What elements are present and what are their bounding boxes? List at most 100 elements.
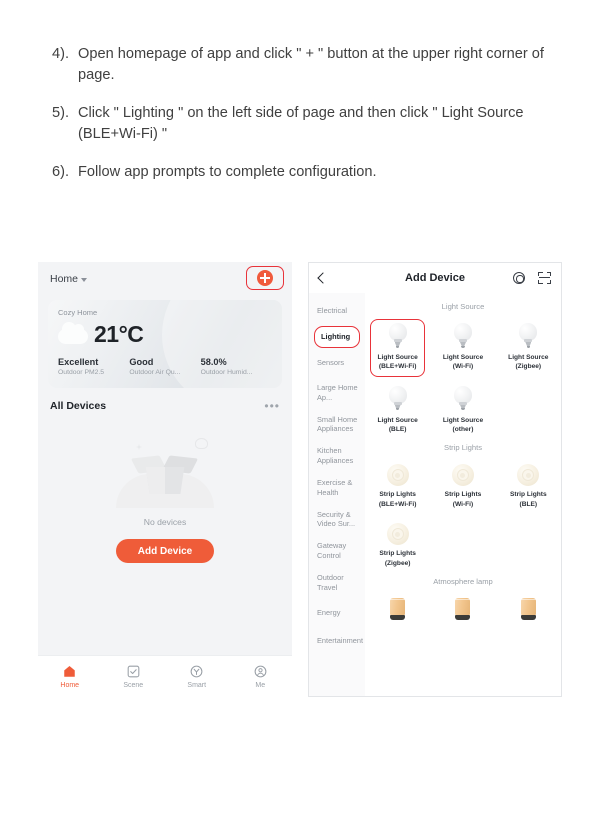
- device-tile-light-source-zigbee[interactable]: Light Source (Zigbee): [496, 319, 561, 376]
- home-selector[interactable]: Home: [50, 273, 88, 285]
- device-tile-strip-lights-ble-wifi[interactable]: Strip Lights (BLE+Wi-Fi): [365, 460, 430, 513]
- strip-light-icon: [451, 464, 474, 487]
- person-circle-icon: [254, 665, 267, 678]
- stat-label: Outdoor Humid...: [200, 369, 253, 376]
- device-tile-strip-lights-zigbee[interactable]: Strip Lights (Zigbee): [365, 519, 430, 572]
- sidebar-item-gateway-control[interactable]: Gateway Control: [309, 535, 365, 567]
- bulb-icon: [518, 323, 538, 349]
- more-options-icon[interactable]: •••: [264, 400, 280, 412]
- step-number: 4).: [52, 46, 70, 62]
- page-title: All Devices: [50, 400, 107, 412]
- tab-scene[interactable]: Scene: [102, 656, 166, 697]
- device-tile-empty: [496, 519, 561, 572]
- device-tile-light-source-other[interactable]: Light Source (other): [430, 382, 495, 439]
- category-sidebar[interactable]: Electrical Lighting Sensors Large Home A…: [309, 293, 365, 696]
- device-tile-strip-lights-ble[interactable]: Strip Lights (BLE): [496, 460, 561, 513]
- device-tile-light-source-wifi[interactable]: Light Source (Wi-Fi): [430, 319, 495, 376]
- sidebar-item-energy[interactable]: Energy: [309, 599, 365, 627]
- bulb-outline-icon: [195, 438, 208, 449]
- sidebar-item-small-home-appliances[interactable]: Small Home Appliances: [309, 409, 365, 441]
- device-tile-strip-lights-wifi[interactable]: Strip Lights (Wi-Fi): [430, 460, 495, 513]
- atmosphere-lamp-icon: [390, 597, 406, 620]
- device-grid-strip-lights: Strip Lights (BLE+Wi-Fi) Strip Lights (W…: [365, 460, 561, 571]
- device-tile-atmosphere-lamp[interactable]: [430, 594, 495, 624]
- device-grid-atmosphere-lamp: [365, 594, 561, 624]
- screenshot-row: Home Cozy Home 21°C Excellent Outdoor PM…: [0, 262, 600, 697]
- home-topbar: Home: [38, 262, 292, 298]
- bulb-icon: [388, 385, 408, 412]
- tab-label: Scene: [123, 682, 144, 689]
- sidebar-item-large-home-appliances[interactable]: Large Home Ap...: [309, 377, 365, 409]
- chevron-down-icon: [81, 278, 88, 282]
- strip-light-icon: [386, 464, 409, 487]
- sidebar-item-exercise-health[interactable]: Exercise & Health: [309, 472, 365, 504]
- weather-stats: Excellent Outdoor PM2.5 Good Outdoor Air…: [58, 357, 272, 376]
- device-tile-light-source-ble[interactable]: Light Source (BLE): [365, 382, 430, 439]
- chevron-left-icon[interactable]: [317, 272, 329, 284]
- add-device-screenshot: Add Device Electrical Lighting Sensors L…: [308, 262, 562, 697]
- bottom-tab-bar: Home Scene Smart Me: [38, 655, 292, 697]
- add-device-button[interactable]: Add Device: [116, 539, 214, 563]
- sidebar-item-security-video[interactable]: Security & Video Sur...: [309, 504, 365, 536]
- tab-label: Me: [255, 682, 266, 689]
- weather-stat: 58.0% Outdoor Humid...: [201, 357, 272, 376]
- device-tile-light-source-ble-wifi[interactable]: Light Source (BLE+Wi-Fi): [365, 319, 430, 377]
- section-title-strip-lights: Strip Lights: [444, 443, 482, 453]
- stat-value: Good: [129, 357, 154, 367]
- atmosphere-lamp-icon: [455, 597, 471, 620]
- add-device-plus-button[interactable]: [257, 270, 273, 286]
- strip-light-icon: [517, 464, 540, 487]
- empty-state-text: No devices: [143, 517, 187, 527]
- sidebar-item-outdoor-travel[interactable]: Outdoor Travel: [309, 567, 365, 599]
- device-tile-atmosphere-lamp[interactable]: [496, 594, 561, 624]
- tab-label: Home: [60, 682, 80, 689]
- header-icon-group: [513, 272, 551, 284]
- page-root: 4). Open homepage of app and click " + "…: [0, 0, 600, 819]
- device-grid-panel: Light Source Light Source (BLE+Wi-Fi) Li…: [365, 293, 561, 696]
- checkbox-icon: [127, 665, 140, 678]
- stat-label: Outdoor Air Qu...: [129, 369, 181, 376]
- device-tile-label: Strip Lights (BLE+Wi-Fi): [378, 491, 417, 508]
- tab-home[interactable]: Home: [38, 656, 102, 697]
- weather-home-name: Cozy Home: [58, 308, 98, 317]
- section-title-light-source: Light Source: [441, 302, 485, 311]
- sidebar-item-kitchen-appliances[interactable]: Kitchen Appliances: [309, 440, 365, 472]
- empty-box-illustration: [110, 436, 220, 508]
- add-button-highlight: [246, 266, 284, 290]
- instruction-list: 4). Open homepage of app and click " + "…: [52, 44, 552, 199]
- device-tile-label: Strip Lights (Zigbee): [379, 550, 416, 567]
- target-scan-icon[interactable]: [513, 272, 525, 284]
- instruction-step: 4). Open homepage of app and click " + "…: [52, 44, 552, 87]
- stat-label: Outdoor PM2.5: [58, 369, 105, 376]
- section-title-atmosphere-lamp: Atmosphere lamp: [433, 576, 493, 586]
- home-selector-label: Home: [50, 273, 79, 285]
- step-number: 6).: [52, 163, 70, 180]
- device-tile-label: Light Source (Wi-Fi): [442, 354, 484, 371]
- carousel-dots: [58, 379, 272, 388]
- temperature-value: 21°C: [94, 321, 144, 347]
- device-tile-atmosphere-lamp[interactable]: [365, 594, 430, 624]
- qr-scan-icon[interactable]: [538, 272, 551, 284]
- step-text: Open homepage of app and click " + " but…: [78, 46, 544, 84]
- sidebar-item-entertainment[interactable]: Entertainment: [309, 627, 365, 655]
- instruction-step: 5). Click " Lighting " on the left side …: [52, 103, 552, 146]
- device-tile-empty: [430, 519, 495, 572]
- device-grid-light-source: Light Source (BLE+Wi-Fi) Light Source (W…: [365, 319, 561, 438]
- tab-smart[interactable]: Smart: [165, 656, 229, 697]
- step-text: Click " Lighting " on the left side of p…: [78, 104, 524, 143]
- home-screen-screenshot: Home Cozy Home 21°C Excellent Outdoor PM…: [38, 262, 292, 697]
- weather-main: 21°C: [58, 321, 272, 348]
- bulb-icon: [453, 323, 473, 349]
- sidebar-item-lighting[interactable]: Lighting: [314, 326, 360, 348]
- house-icon: [64, 666, 75, 677]
- sidebar-item-electrical[interactable]: Electrical: [309, 297, 365, 325]
- tab-me[interactable]: Me: [229, 656, 293, 697]
- add-device-body: Electrical Lighting Sensors Large Home A…: [309, 293, 561, 696]
- instruction-step: 6). Follow app prompts to complete confi…: [52, 162, 552, 183]
- device-tile-label: Strip Lights (BLE): [510, 491, 547, 508]
- sidebar-item-sensors[interactable]: Sensors: [309, 349, 365, 377]
- sparkle-icon: [136, 444, 142, 450]
- weather-card[interactable]: Cozy Home 21°C Excellent Outdoor PM2.5 G…: [48, 300, 282, 388]
- step-text: Follow app prompts to complete configura…: [78, 163, 377, 180]
- device-tile-label: Light Source (BLE+Wi-Fi): [377, 354, 418, 371]
